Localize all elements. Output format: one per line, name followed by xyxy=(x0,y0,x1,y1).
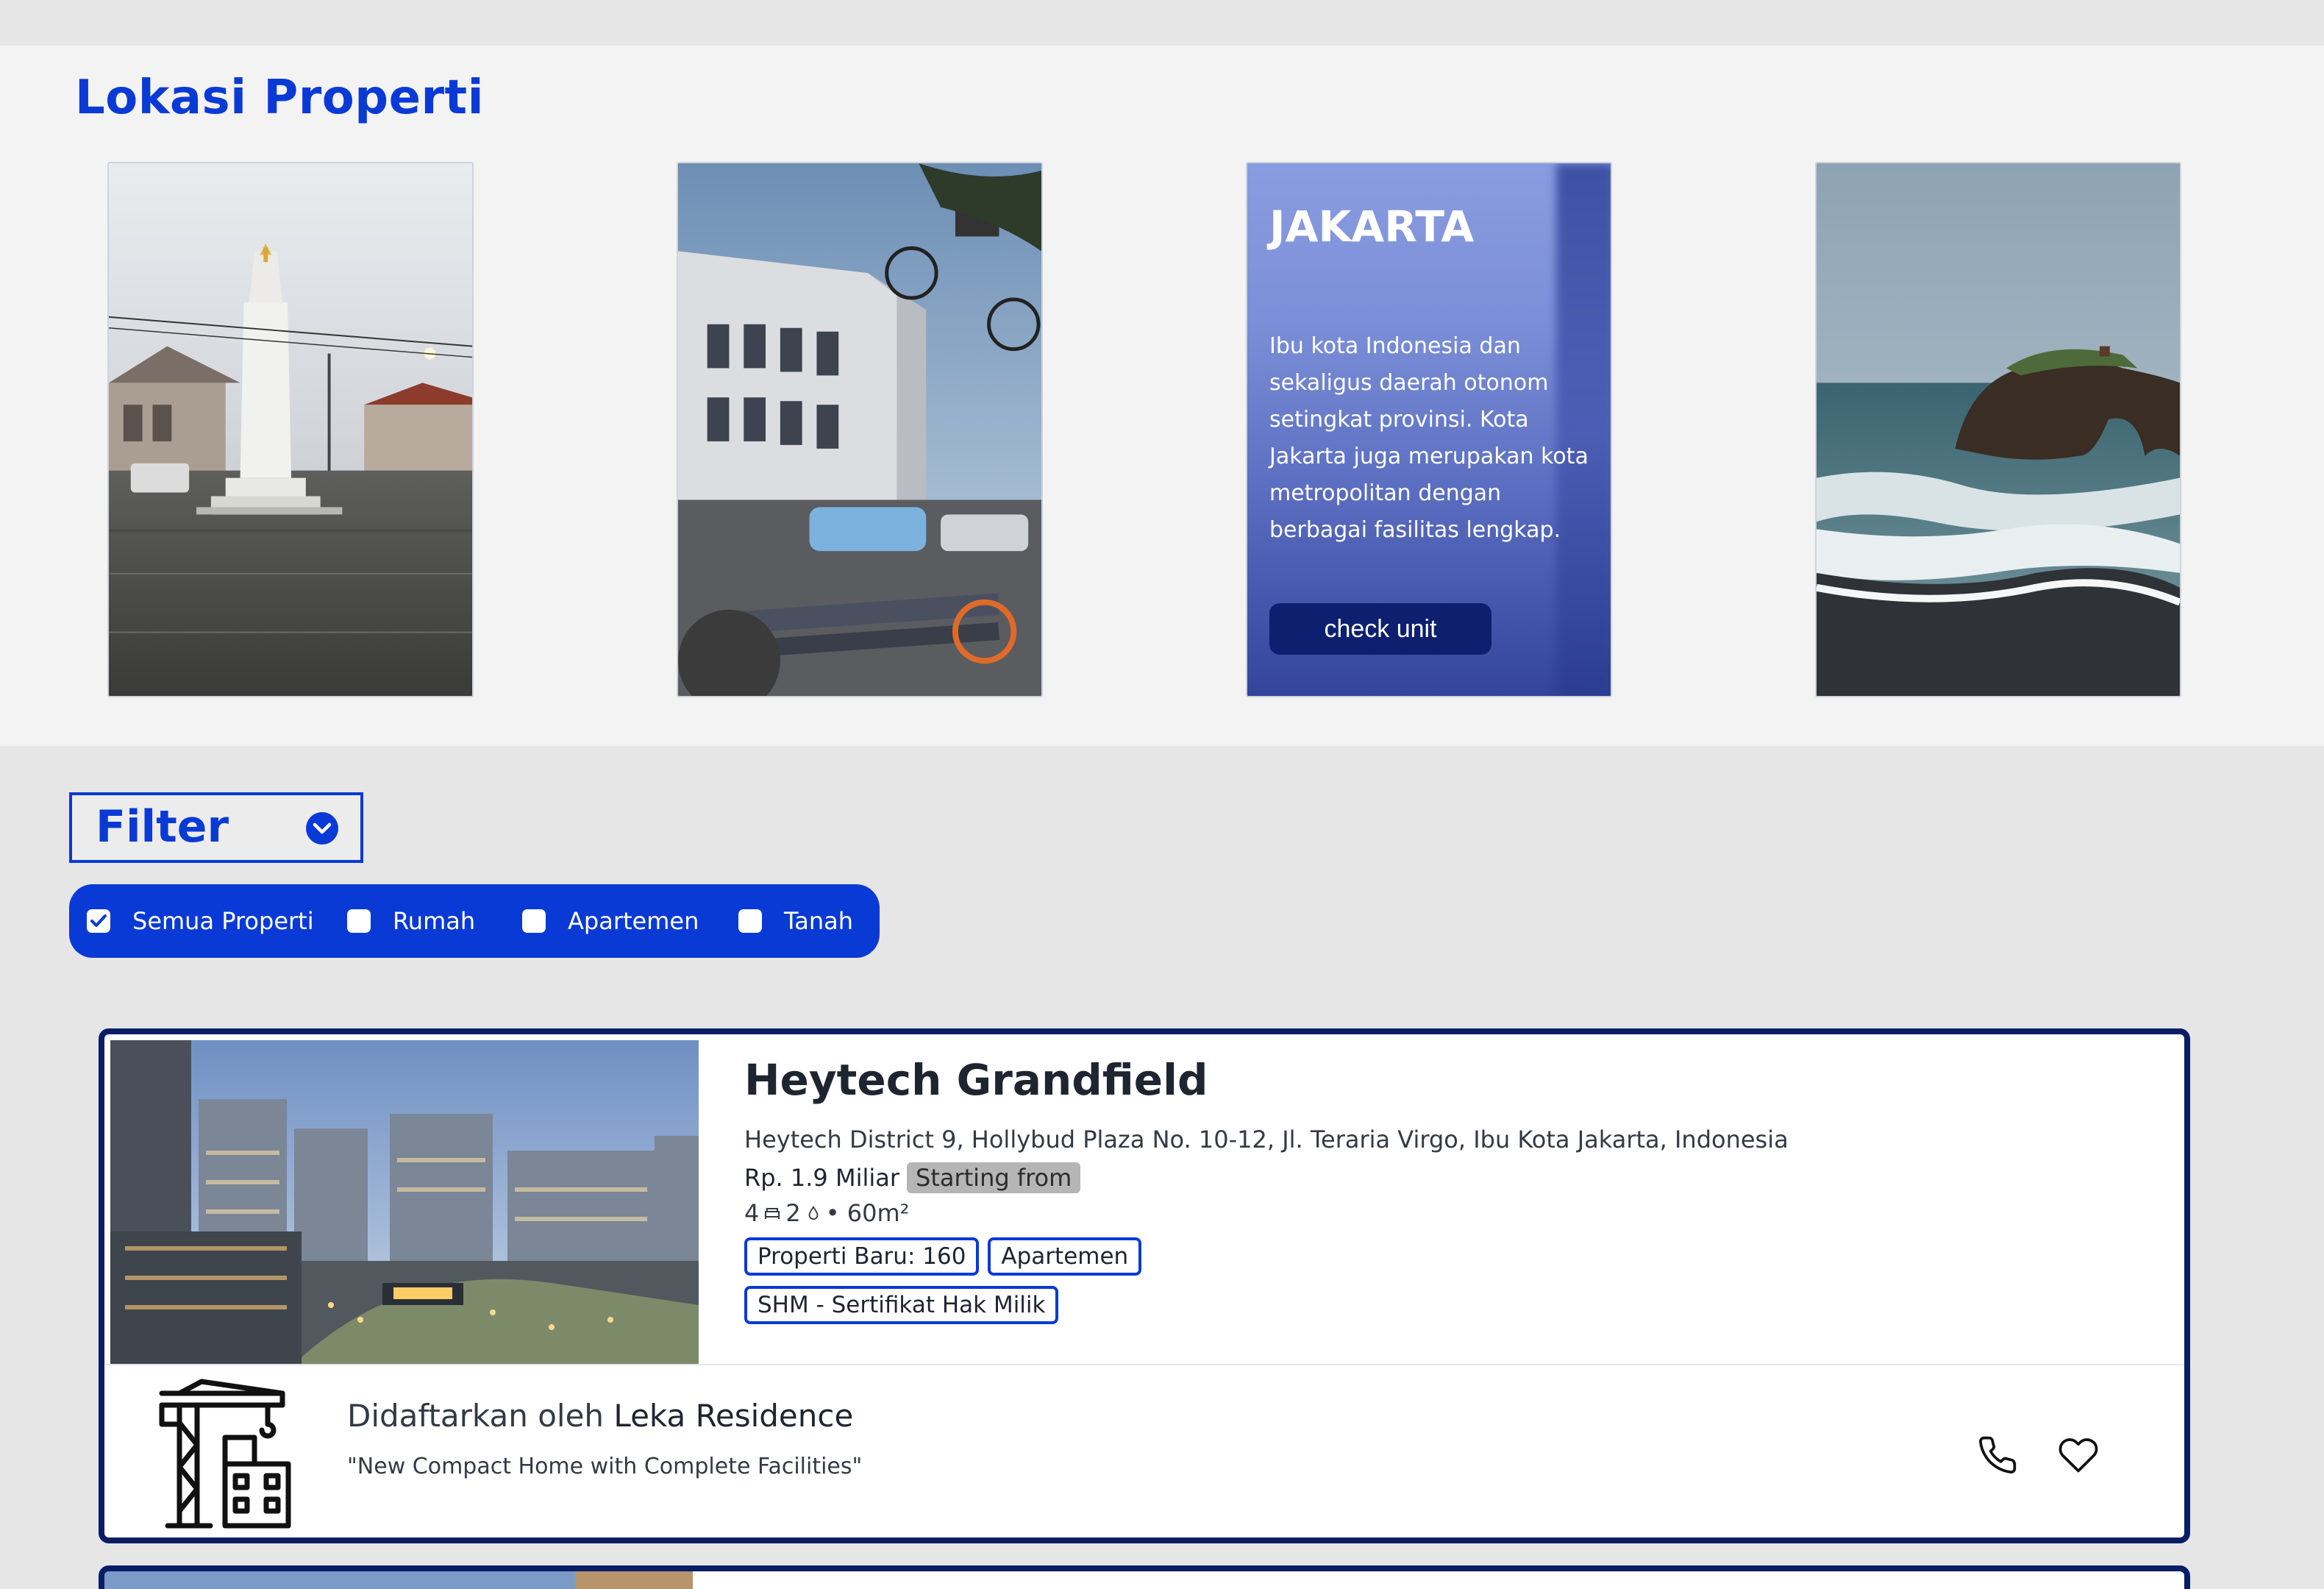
filter-label: Filter xyxy=(96,801,229,853)
property-area: • 60m² xyxy=(825,1199,910,1227)
property-info: Heytech Grandfield Heytech District 9, H… xyxy=(744,1055,1789,1324)
filter-option-label: Semua Properti xyxy=(132,907,314,935)
tag-row: SHM - Sertifikat Hak Milik xyxy=(744,1286,1789,1324)
yogyakarta-photo xyxy=(109,163,472,696)
developer-name[interactable]: Leka Residence xyxy=(613,1398,853,1434)
location-card-jakarta[interactable]: JAKARTA Ibu kota Indonesia dan sekaligus… xyxy=(1246,162,1612,697)
property-price: Rp. 1.9 Miliar xyxy=(744,1164,899,1192)
divider xyxy=(104,1364,2184,1365)
filter-option-semua-properti[interactable]: Semua Properti xyxy=(87,884,314,958)
bandung-photo xyxy=(678,163,1041,696)
listing-tagline: "New Compact Home with Complete Faciliti… xyxy=(347,1454,863,1479)
check-unit-button[interactable]: check unit xyxy=(1269,603,1491,655)
property-address: Heytech District 9, Hollybud Plaza No. 1… xyxy=(744,1126,1789,1153)
checkbox[interactable] xyxy=(522,909,546,933)
property-listing-card[interactable]: Heytech Grandfield Heytech District 9, H… xyxy=(99,1028,2190,1543)
tag-property-type: Apartemen xyxy=(988,1237,1142,1276)
water-drop-icon xyxy=(808,1206,819,1220)
property-photo[interactable] xyxy=(110,1040,699,1364)
bedroom-count: 4 xyxy=(744,1199,760,1227)
listed-by-prefix: Didaftarkan oleh xyxy=(347,1398,605,1434)
checkbox[interactable] xyxy=(738,909,762,933)
location-card-yogyakarta[interactable] xyxy=(107,162,474,697)
price-row: Rp. 1.9 Miliar Starting from xyxy=(744,1162,1789,1193)
tag-certificate: SHM - Sertifikat Hak Milik xyxy=(744,1286,1059,1324)
checkbox-checked[interactable] xyxy=(87,909,110,933)
filter-option-label: Tanah xyxy=(784,907,854,935)
property-render-image xyxy=(110,1040,699,1364)
filter-option-tanah[interactable]: Tanah xyxy=(738,884,853,958)
construction-crane-icon xyxy=(159,1379,291,1529)
filter-option-rumah[interactable]: Rumah xyxy=(347,884,475,958)
price-note-badge: Starting from xyxy=(907,1162,1081,1193)
filter-dropdown[interactable]: Filter xyxy=(69,792,363,863)
tag-row: Properti Baru: 160 Apartemen xyxy=(744,1237,1789,1276)
checkbox[interactable] xyxy=(347,909,371,933)
property-name[interactable]: Heytech Grandfield xyxy=(744,1055,1789,1105)
property-specs: 4 2 • 60m² xyxy=(744,1199,1789,1227)
listing-footer: Didaftarkan oleh Leka Residence "New Com… xyxy=(104,1367,2184,1538)
lokasi-section: Lokasi Properti JAKARTA Ibu kota Indones… xyxy=(0,46,2324,746)
card-title: JAKARTA xyxy=(1269,202,1475,252)
chevron-down-icon xyxy=(306,812,338,845)
location-card-bandung[interactable] xyxy=(677,162,1043,697)
heart-icon[interactable] xyxy=(2058,1435,2099,1476)
filter-option-label: Apartemen xyxy=(568,907,699,935)
bed-icon xyxy=(765,1208,780,1219)
bali-photo xyxy=(1817,163,2180,696)
top-strip xyxy=(0,0,2324,46)
section-title: Lokasi Properti xyxy=(75,71,485,125)
phone-icon[interactable] xyxy=(1977,1435,2018,1476)
card-description: Ibu kota Indonesia dan sekaligus daerah … xyxy=(1269,333,1589,543)
filter-option-apartemen[interactable]: Apartemen xyxy=(522,884,699,958)
bathroom-count: 2 xyxy=(785,1199,801,1227)
location-card-bali[interactable] xyxy=(1815,162,2181,697)
property-photo-next xyxy=(104,1571,693,1589)
tag-properti-baru: Properti Baru: 160 xyxy=(744,1237,980,1276)
property-listing-card-next[interactable] xyxy=(99,1565,2190,1589)
property-type-filter: Semua Properti Rumah Apartemen Tanah xyxy=(69,884,880,958)
filter-option-label: Rumah xyxy=(393,907,476,935)
listed-by: Didaftarkan oleh Leka Residence xyxy=(347,1398,853,1434)
